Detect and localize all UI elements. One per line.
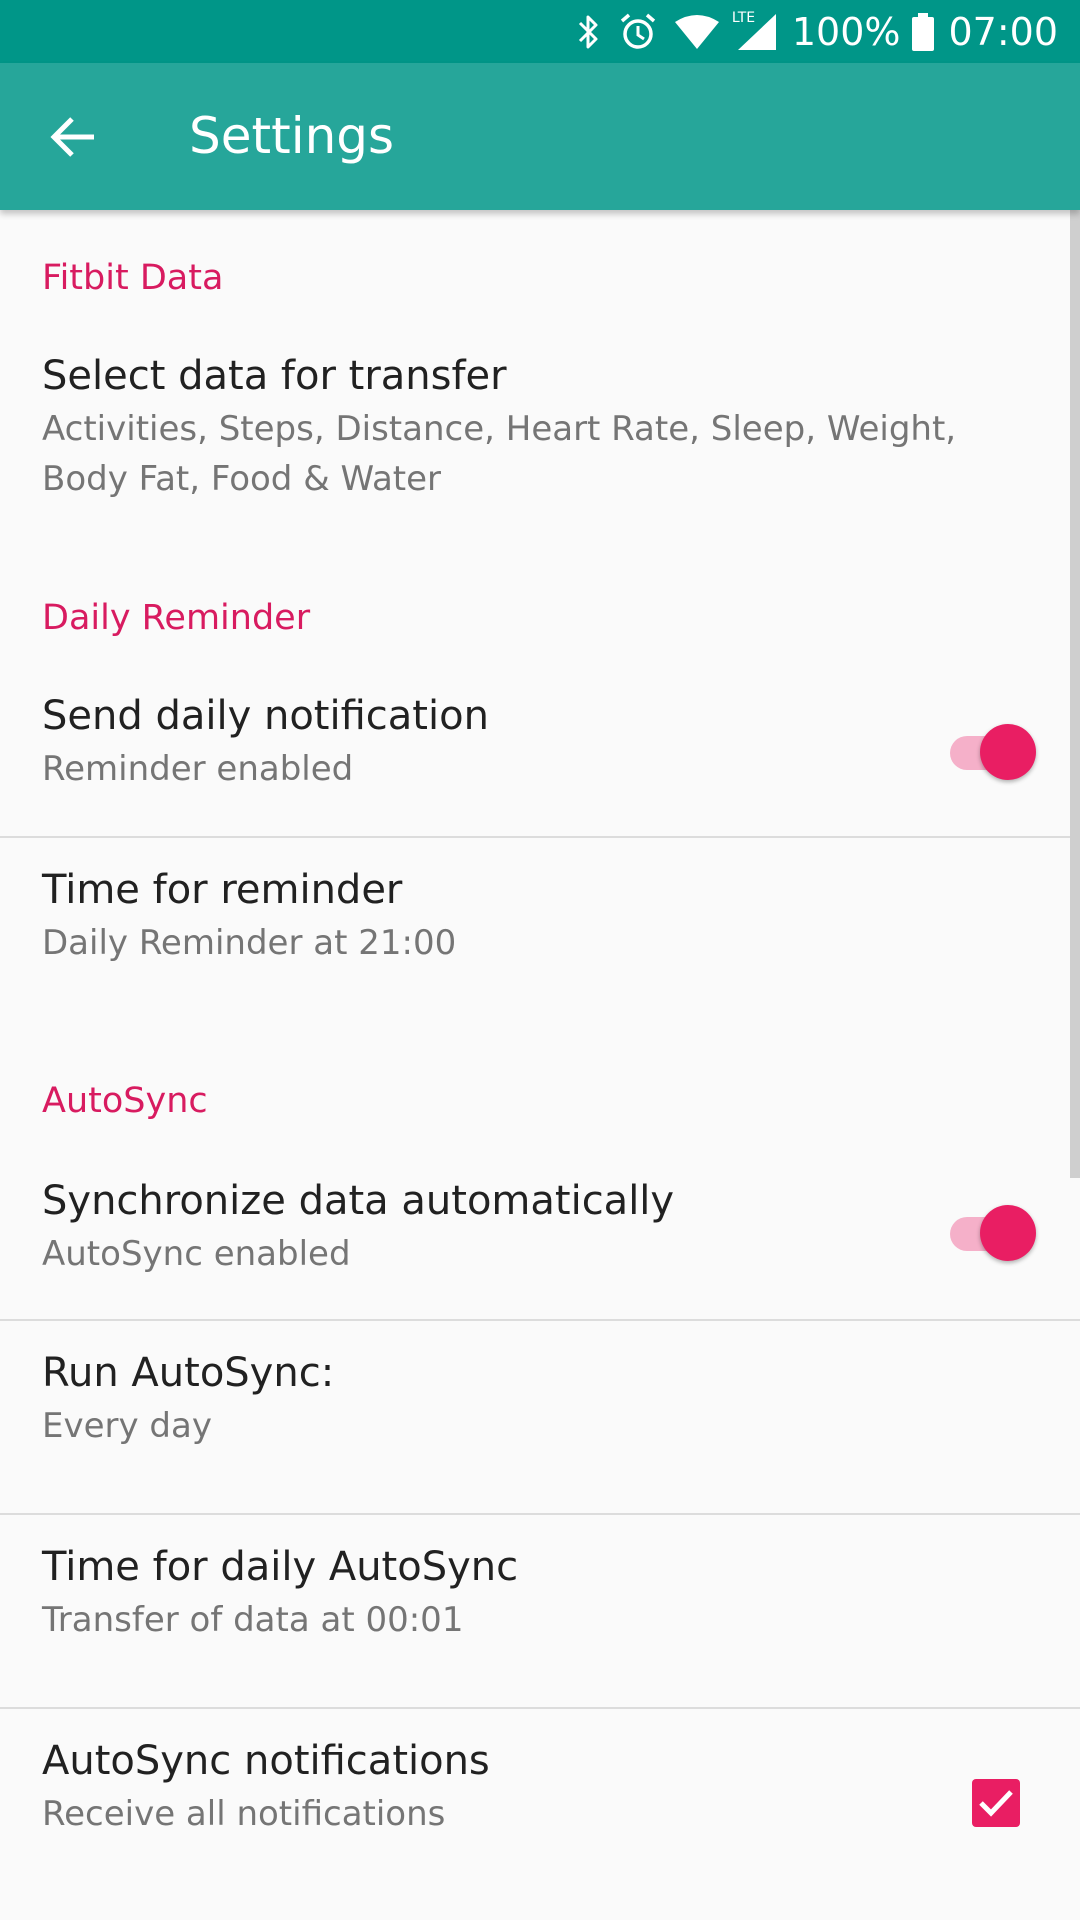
pref-title: Send daily notification	[42, 693, 489, 739]
arrow-left-icon	[50, 117, 94, 157]
pref-title: Time for daily AutoSync	[42, 1544, 519, 1590]
pref-title: Select data for transfer	[42, 353, 507, 399]
scrollbar[interactable]	[1070, 210, 1080, 1178]
category-daily-reminder: Daily Reminder	[42, 598, 311, 638]
notifications-checkbox[interactable]	[972, 1779, 1020, 1827]
back-button[interactable]	[28, 99, 118, 175]
pref-time-for-reminder[interactable]: Time for reminder Daily Reminder at 21:0…	[0, 838, 1080, 1028]
pref-select-data[interactable]: Select data for transfer Activities, Ste…	[0, 330, 1080, 540]
category-fitbit-data: Fitbit Data	[42, 258, 224, 298]
pref-summary: Daily Reminder at 21:00	[42, 923, 457, 963]
lte-icon: LTE	[732, 0, 778, 63]
pref-summary: Transfer of data at 00:01	[42, 1600, 464, 1640]
clock: 07:00	[948, 9, 1058, 54]
switch-thumb	[980, 1205, 1036, 1261]
pref-title: AutoSync notifications	[42, 1738, 490, 1784]
pref-title: Synchronize data automatically	[42, 1178, 675, 1224]
battery-icon	[912, 0, 935, 63]
category-autosync: AutoSync	[42, 1081, 208, 1121]
pref-summary: AutoSync enabled	[42, 1234, 351, 1274]
status-bar: LTE 100% 07:00	[0, 0, 1080, 63]
lte-label: LTE	[731, 10, 756, 26]
pref-summary: Reminder enabled	[42, 749, 354, 789]
pref-title: Run AutoSync:	[42, 1350, 335, 1396]
pref-time-for-daily-autosync[interactable]: Time for daily AutoSync Transfer of data…	[0, 1515, 1080, 1707]
pref-synchronize-automatically[interactable]: Synchronize data automatically AutoSync …	[0, 1153, 1080, 1329]
pref-summary: Activities, Steps, Distance, Heart Rate,…	[42, 409, 957, 499]
alarm-icon	[618, 0, 658, 63]
bluetooth-icon	[576, 0, 602, 63]
app-bar: Settings	[0, 63, 1080, 210]
pref-send-daily-notification[interactable]: Send daily notification Reminder enabled	[0, 670, 1080, 846]
switch-thumb	[980, 724, 1036, 780]
autosync-toggle[interactable]	[950, 1202, 1036, 1262]
check-icon	[979, 1790, 1013, 1817]
pref-run-autosync[interactable]: Run AutoSync: Every day	[0, 1321, 1080, 1513]
battery-percent: 100%	[791, 9, 901, 54]
pref-autosync-notifications[interactable]: AutoSync notifications Receive all notif…	[0, 1709, 1080, 1909]
pref-title: Time for reminder	[42, 867, 403, 913]
pref-summary: Every day	[42, 1406, 212, 1446]
pref-summary: Receive all notifications	[42, 1794, 446, 1834]
wifi-icon	[674, 0, 720, 63]
daily-notification-toggle[interactable]	[950, 721, 1036, 781]
page-title: Settings	[189, 107, 395, 165]
